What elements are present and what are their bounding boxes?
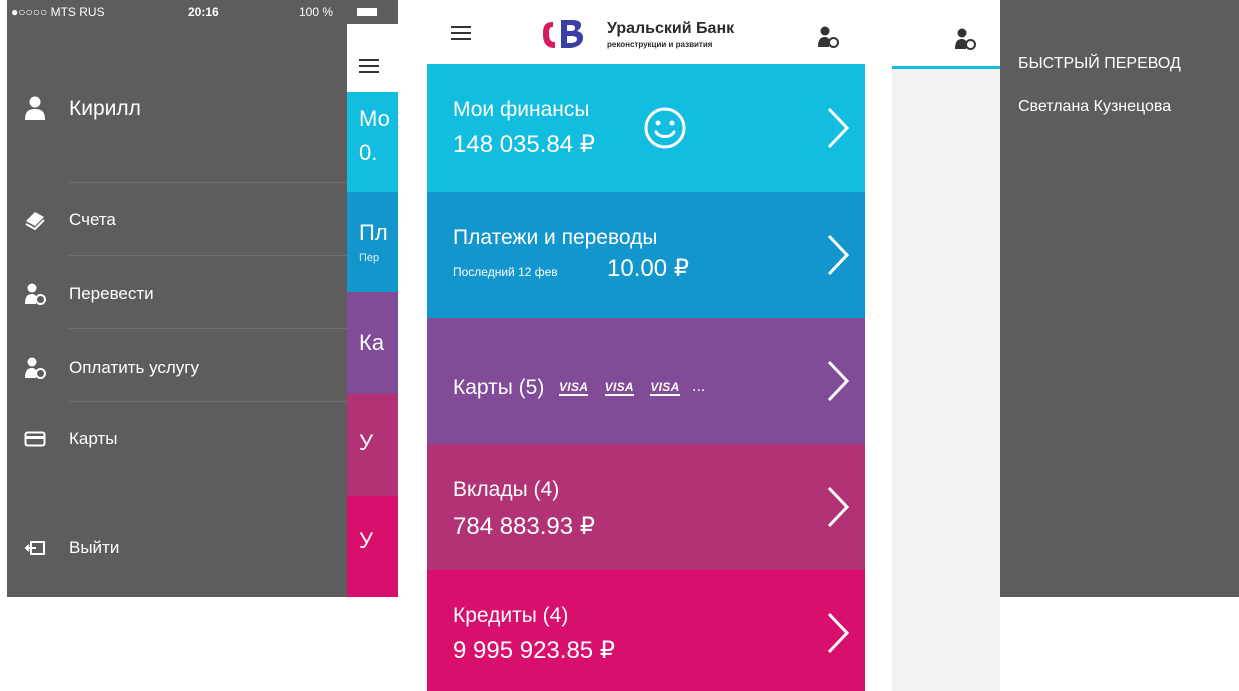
menu-icon[interactable] — [451, 26, 471, 42]
menu-item-pay-service[interactable]: Оплатить услугу — [7, 348, 347, 388]
main-screen: Уральский Банк реконструкции и развития … — [427, 0, 865, 691]
left-screen: Кирилл Счета Перевести Оплатить услугу К… — [7, 0, 398, 597]
user-profile[interactable]: Кирилл — [7, 95, 347, 129]
divider — [69, 182, 347, 183]
menu-icon[interactable] — [359, 59, 379, 75]
section-title: Кредиты (4) — [453, 604, 569, 627]
panel-title: БЫСТРЫЙ ПЕРЕВОД — [1018, 55, 1181, 72]
section-cards[interactable]: Карты (5) VISA VISA VISA ... — [427, 318, 865, 444]
transfer-user-icon[interactable] — [954, 28, 976, 50]
pay-service-user-icon — [25, 357, 46, 379]
bank-logo-icon — [543, 20, 583, 48]
peek-text: У — [359, 528, 373, 553]
section-amount: 148 035.84 ₽ — [453, 131, 596, 158]
app-header: Уральский Банк реконструкции и развития — [427, 0, 865, 64]
chevron-right-icon — [827, 486, 849, 528]
navigation-drawer: Кирилл Счета Перевести Оплатить услугу К… — [7, 0, 347, 597]
smiley-icon — [644, 107, 686, 149]
peek-text: Ка — [359, 330, 385, 355]
peek-text: Пл — [359, 220, 388, 245]
section-my-finances[interactable]: Мои финансы 148 035.84 ₽ — [427, 64, 865, 192]
transfer-user-icon[interactable] — [817, 26, 839, 48]
divider — [69, 255, 347, 256]
peek-header — [347, 24, 398, 73]
peek-band-finances: Мо 0. — [347, 92, 398, 192]
divider — [69, 401, 347, 402]
quick-transfer-panel: БЫСТРЫЙ ПЕРЕВОД Светлана Кузнецова — [1000, 0, 1239, 597]
bank-subtitle: реконструкции и развития — [607, 40, 713, 49]
last-payment-amount: 10.00 ₽ — [607, 255, 689, 282]
section-payments[interactable]: Платежи и переводы Последний 12 фев 10.0… — [427, 192, 865, 318]
peek-text: Пер — [359, 252, 380, 264]
main-screen-peek — [892, 0, 1000, 691]
section-title: Вклады (4) — [453, 478, 560, 501]
user-name: Кирилл — [69, 97, 141, 120]
status-bar: ●○○○○ MTS RUS 20:16 100 % — [7, 0, 398, 24]
divider — [69, 328, 347, 329]
right-screen: БЫСТРЫЙ ПЕРЕВОД Светлана Кузнецова — [892, 0, 1239, 691]
logout-icon — [24, 541, 45, 555]
section-deposits[interactable]: Вклады (4) 784 883.93 ₽ — [427, 444, 865, 570]
peek-text: 0. — [359, 140, 378, 165]
logout-button[interactable]: Выйти — [7, 528, 347, 568]
chevron-right-icon — [827, 234, 849, 276]
last-payment-label: Последний 12 фев — [453, 265, 558, 279]
clock-text: 20:16 — [188, 5, 219, 19]
chevron-right-icon — [827, 360, 849, 402]
accounts-icon — [25, 212, 45, 231]
visa-logos: VISA VISA VISA ... — [559, 378, 705, 396]
bank-name: Уральский Банк — [607, 20, 735, 37]
recipient-item[interactable]: Светлана Кузнецова — [1018, 98, 1171, 116]
section-title: Мои финансы — [453, 98, 590, 121]
peek-header — [892, 0, 1000, 68]
chevron-right-icon — [827, 612, 849, 654]
section-credits[interactable]: Кредиты (4) 9 995 923.85 ₽ — [427, 570, 865, 691]
peek-band-cards: Ка — [347, 292, 398, 394]
menu-item-label: Карты — [69, 429, 118, 448]
menu-item-transfer[interactable]: Перевести — [7, 274, 347, 314]
card-icon — [24, 431, 46, 447]
battery-text: 100 % — [299, 5, 334, 19]
menu-item-label: Перевести — [69, 284, 154, 303]
user-icon — [25, 96, 45, 120]
menu-item-label: Оплатить услугу — [69, 358, 200, 377]
section-amount: 9 995 923.85 ₽ — [453, 637, 616, 664]
visa-logo-icon: VISA — [650, 380, 680, 396]
main-screen-peek: Мо 0. Пл Пер Ка У У — [347, 0, 398, 597]
carrier-text: ●○○○○ MTS RUS — [11, 5, 105, 19]
menu-item-label: Счета — [69, 210, 116, 229]
peek-text: Мо — [359, 106, 390, 131]
peek-band-credits: У — [347, 496, 398, 597]
logout-label: Выйти — [69, 538, 120, 557]
transfer-user-icon — [25, 283, 46, 305]
active-tab-indicator — [892, 66, 1000, 69]
menu-item-cards[interactable]: Карты — [7, 419, 347, 459]
visa-logo-icon: VISA — [559, 380, 589, 396]
peek-band-deposits: У — [347, 394, 398, 496]
more-cards-ellipsis: ... — [692, 378, 706, 395]
chevron-right-icon — [827, 107, 849, 149]
peek-text: У — [359, 430, 373, 455]
menu-item-accounts[interactable]: Счета — [7, 200, 347, 240]
section-title: Карты (5) — [453, 376, 545, 399]
peek-band-payments: Пл Пер — [347, 192, 398, 292]
section-amount: 784 883.93 ₽ — [453, 513, 596, 540]
section-title: Платежи и переводы — [453, 226, 658, 249]
battery-icon — [357, 8, 377, 16]
visa-logo-icon: VISA — [604, 380, 634, 396]
